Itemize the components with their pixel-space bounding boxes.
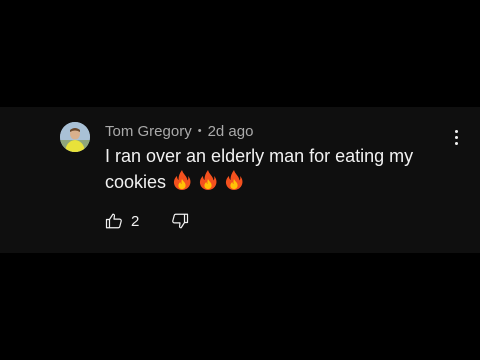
comment-text: I ran over an elderly man for eating my … [105,146,414,192]
comment-meta: Tom Gregory • 2d ago [105,122,253,140]
author-name[interactable]: Tom Gregory [105,123,192,140]
meta-separator: • [197,125,202,137]
fire-icon [173,170,191,190]
avatar[interactable] [60,122,90,152]
comment-timestamp[interactable]: 2d ago [208,123,254,140]
comment-body: I ran over an elderly man for eating my … [105,144,435,195]
like-count: 2 [131,212,140,230]
thumbs-up-icon [105,213,122,229]
more-options-button[interactable] [446,125,466,149]
thumbs-down-icon [172,213,189,229]
comment-actions: 2 [105,210,189,232]
vertical-ellipsis-icon [454,129,458,133]
fire-icon [225,170,243,190]
avatar-image [60,122,90,152]
emoji-group [172,169,244,191]
like-button[interactable]: 2 [105,212,139,230]
dislike-button[interactable] [171,212,189,230]
comment-card: Tom Gregory • 2d ago I ran over an elder… [0,107,480,253]
video-frame: Tom Gregory • 2d ago I ran over an elder… [0,0,480,360]
fire-icon [199,170,217,190]
